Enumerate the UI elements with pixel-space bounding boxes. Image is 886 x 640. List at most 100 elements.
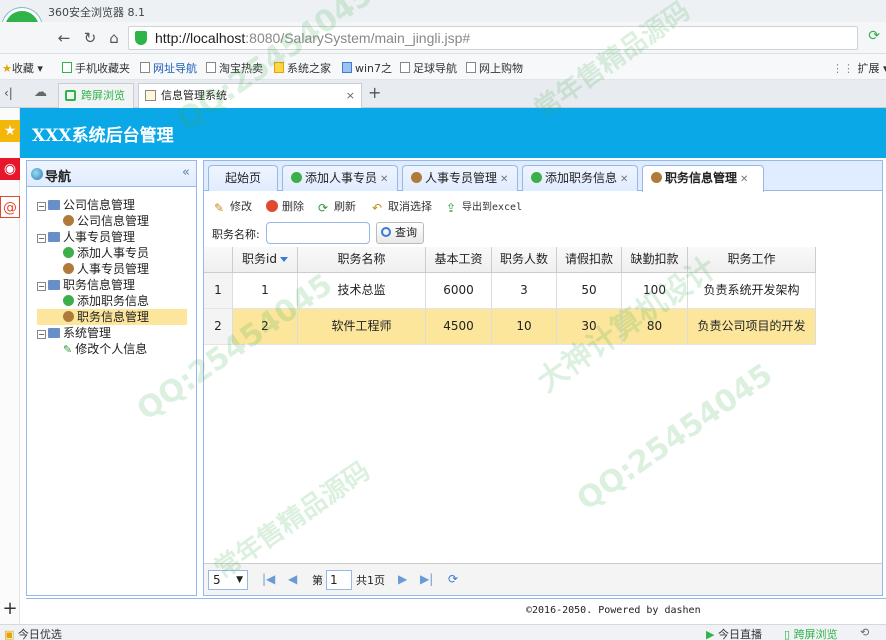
col-header-job-name[interactable]: 职务名称 (298, 247, 426, 273)
home-icon[interactable]: ⌂ (104, 28, 124, 48)
sort-desc-icon[interactable] (279, 257, 288, 262)
col-header-job-work[interactable]: 职务工作 (688, 247, 816, 273)
reload-icon[interactable]: ⟳ (448, 572, 458, 586)
tree-leaf-add-job[interactable]: 添加职务信息 (63, 293, 149, 309)
edit-button[interactable]: ✎ 修改 (214, 198, 252, 215)
status-today-pick[interactable]: ▣ 今日优选 (4, 626, 62, 640)
col-header-absence-deduct[interactable]: 缺勤扣款 (622, 247, 688, 273)
delete-button[interactable]: 删除 (266, 198, 304, 214)
minus-icon[interactable]: − (37, 234, 46, 243)
col-header-job-id[interactable]: 职务id (233, 247, 298, 273)
flame-icon: ▣ (4, 628, 15, 640)
tab-staff[interactable]: 人事专员管理 ✕ (402, 165, 518, 191)
close-icon[interactable]: ✕ (740, 174, 748, 185)
prev-page-icon[interactable]: ◀ (288, 572, 297, 586)
cancel-select-button[interactable]: ↶ 取消选择 (372, 198, 432, 215)
tab-home[interactable]: 起始页 (208, 165, 278, 191)
bookmark-win7[interactable]: win7之 (342, 60, 392, 76)
user-icon (63, 311, 74, 322)
bookmark-nav[interactable]: 网址导航 (140, 60, 197, 76)
bookmarks-bar: ★收藏 ▾ 手机收藏夹 网址导航 淘宝热卖 系统之家 win7之 足球导航 网上… (0, 54, 886, 80)
add-circle-icon (531, 172, 542, 183)
table-row[interactable]: 1 1 技术总监 6000 3 50 100 负责系统开发架构 (204, 273, 816, 309)
tree-leaf-edit-profile[interactable]: ✎ 修改个人信息 (63, 341, 147, 357)
minus-icon[interactable]: − (37, 202, 46, 211)
cell-job-id: 1 (233, 273, 298, 309)
new-tab-icon[interactable]: + (368, 83, 381, 102)
grid-header: 职务id 职务名称 基本工资 职务人数 请假扣款 缺勤扣款 职务工作 (204, 247, 816, 273)
col-header-base-salary[interactable]: 基本工资 (426, 247, 492, 273)
tab-scroll-left-icon[interactable]: ‹| (4, 86, 13, 100)
app-header: XXX系统后台管理 (20, 108, 886, 158)
bookmark-football[interactable]: 足球导航 (400, 60, 457, 76)
table-row-highlighted[interactable]: 2 2 软件工程师 4500 10 30 80 负责公司项目的开发 (204, 309, 816, 345)
add-circle-icon (63, 295, 74, 306)
close-icon[interactable]: ✕ (620, 174, 628, 185)
bookmark-favorites[interactable]: ★收藏 ▾ (2, 60, 43, 76)
tree-node-staff[interactable]: − 人事专员管理 (37, 229, 135, 245)
search-input[interactable] (266, 222, 370, 244)
tab-add-staff[interactable]: 添加人事专员 ✕ (282, 165, 398, 191)
browser-tab-active[interactable]: 信息管理系统 × (138, 83, 362, 108)
col-header-headcount[interactable]: 职务人数 (492, 247, 557, 273)
user-icon (63, 215, 74, 226)
next-page-icon[interactable]: ▶ (398, 572, 407, 586)
minus-icon[interactable]: − (37, 330, 46, 339)
star-icon[interactable]: ★ (0, 120, 20, 142)
bookmark-shopping[interactable]: 网上购物 (466, 60, 523, 76)
close-icon[interactable]: ✕ (380, 174, 388, 185)
user-icon (651, 172, 662, 183)
grid-icon: ⋮⋮ (832, 62, 854, 75)
tree-leaf-staff[interactable]: 人事专员管理 (63, 261, 149, 277)
add-icon[interactable]: + (0, 598, 20, 620)
tab-add-job[interactable]: 添加职务信息 ✕ (522, 165, 638, 191)
tree-node-company[interactable]: − 公司信息管理 (37, 197, 135, 213)
close-icon[interactable]: ✕ (500, 174, 508, 185)
search-button[interactable]: 查询 (376, 222, 424, 244)
app-title: XXX系统后台管理 (32, 126, 174, 146)
sync-icon[interactable]: ⟳ (868, 28, 880, 44)
refresh-button[interactable]: ⟳ 刷新 (318, 198, 356, 215)
add-circle-icon (63, 247, 74, 258)
minus-icon[interactable]: − (37, 282, 46, 291)
pencil-icon: ✎ (63, 343, 73, 356)
undo-icon: ↶ (372, 201, 383, 215)
browser-title: 360安全浏览器 8.1 (48, 6, 145, 19)
tree-node-system[interactable]: − 系统管理 (37, 325, 111, 341)
bookmark-taobao[interactable]: 淘宝热卖 (206, 60, 263, 76)
browser-titlebar: 360安全浏览器 8.1 (0, 0, 886, 22)
reload-icon[interactable]: ↻ (80, 28, 100, 48)
bookmark-extensions[interactable]: ⋮⋮ 扩展 ▾ (832, 60, 886, 76)
tree-leaf-job-selected[interactable]: 职务信息管理 (37, 309, 187, 325)
refresh-icon: ⟳ (318, 201, 329, 215)
status-live[interactable]: ▶ 今日直播 (706, 626, 762, 640)
mail-icon[interactable]: @ (0, 196, 20, 218)
cloud-icon[interactable]: ☁ (34, 85, 47, 100)
bookmark-mobile[interactable]: 手机收藏夹 (62, 60, 130, 76)
page-number-input[interactable]: 1 (326, 570, 352, 590)
last-page-icon[interactable]: ▶| (420, 572, 433, 586)
address-bar: ← ↻ ⌂ http://localhost:8080/SalarySystem… (0, 22, 886, 54)
status-cross-screen[interactable]: ▯ 跨屏浏览 (784, 626, 838, 640)
footer-text: ©2016-2050. Powered by dashen (526, 605, 701, 616)
folder-icon (48, 232, 60, 242)
col-header-leave-deduct[interactable]: 请假扣款 (557, 247, 622, 273)
page-total: 共1页 (356, 574, 385, 587)
tab-job-active[interactable]: 职务信息管理 ✕ (642, 165, 764, 192)
history-icon[interactable]: ⟲ (860, 626, 869, 639)
url-input[interactable]: http://localhost:8080/SalarySystem/main_… (128, 26, 858, 50)
bookmark-xitong[interactable]: 系统之家 (274, 60, 331, 76)
page-size-select[interactable]: 5 ▼ (208, 570, 248, 590)
first-page-icon[interactable]: |◀ (262, 572, 275, 586)
tree-node-job[interactable]: − 职务信息管理 (37, 277, 135, 293)
browser-tab-cross-screen[interactable]: 跨屏浏览 (58, 83, 134, 108)
back-icon[interactable]: ← (54, 28, 74, 48)
tree-leaf-add-staff[interactable]: 添加人事专员 (63, 245, 149, 261)
tree-leaf-company[interactable]: 公司信息管理 (63, 213, 149, 229)
weibo-icon[interactable]: ◉ (0, 158, 20, 180)
close-tab-icon[interactable]: × (346, 84, 355, 107)
export-button[interactable]: ⇪ 导出到excel (446, 198, 522, 215)
user-icon (63, 263, 74, 274)
collapse-icon[interactable]: « (182, 165, 190, 180)
chevron-down-icon: ▼ (236, 575, 243, 585)
